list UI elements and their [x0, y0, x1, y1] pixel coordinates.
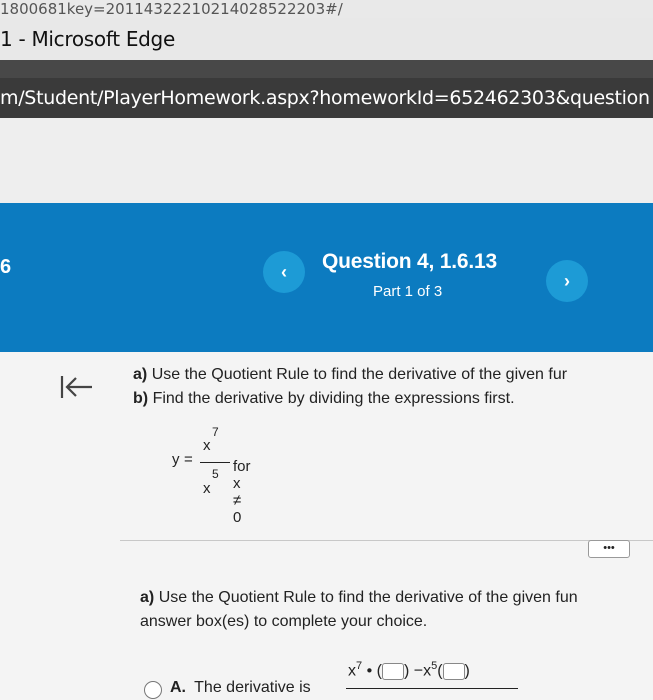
answer-prompt-line1: Use the Quotient Rule to find the deriva… — [158, 589, 578, 606]
answer-prompt: a) Use the Quotient Rule to find the der… — [140, 586, 578, 634]
answer-part-label: a) — [140, 589, 155, 606]
collapse-back-icon[interactable] — [56, 372, 96, 402]
answer-box-2[interactable] — [442, 662, 465, 680]
question-title: Question 4, 1.6.13 — [322, 250, 497, 273]
option-a-text: The derivative is — [194, 679, 311, 696]
question-instructions: a) Use the Quotient Rule to find the der… — [133, 363, 567, 411]
previous-question-button[interactable]: ‹ — [263, 251, 305, 293]
minus-x: −x — [413, 662, 432, 680]
browser-url-fragment: 1800681key=20114322210214028522203#/ — [0, 0, 653, 18]
derivative-numerator: x7 • () −x5() — [348, 660, 470, 680]
option-a[interactable]: A. The derivative is — [170, 679, 311, 697]
equation-denominator-exponent: 5 — [212, 467, 219, 481]
answer-box-1[interactable] — [381, 662, 404, 680]
option-a-label: A. — [170, 679, 186, 696]
section-divider — [120, 540, 653, 541]
window-title: 1 - Microsoft Edge — [0, 18, 653, 60]
part-b-text: Find the derivative by dividing the expr… — [152, 390, 515, 407]
numerator-exponent-1: 7 — [356, 660, 363, 672]
more-options-button[interactable]: ••• — [588, 540, 630, 558]
numerator-exponent-2: 5 — [431, 660, 438, 672]
next-question-button[interactable]: › — [546, 260, 588, 302]
part-a-text: Use the Quotient Rule to find the deriva… — [151, 366, 568, 383]
part-b-label: b) — [133, 390, 149, 407]
derivative-fraction-bar — [346, 688, 518, 689]
part-a-label: a) — [133, 366, 148, 383]
equation-numerator-exponent: 7 — [212, 425, 219, 439]
multiply-dot: • — [366, 662, 373, 680]
equation-numerator: x — [203, 437, 211, 454]
equation-equals: = — [184, 451, 193, 468]
numerator-x: x — [348, 662, 356, 680]
address-bar[interactable]: m/Student/PlayerHomework.aspx?homeworkId… — [0, 78, 653, 118]
equation-lhs: y — [172, 451, 180, 468]
answer-prompt-line2: answer box(es) to complete your choice. — [140, 613, 428, 630]
fraction-bar — [200, 462, 230, 463]
browser-toolbar-band — [0, 60, 653, 78]
option-a-radio[interactable] — [144, 681, 162, 699]
equation-condition: for x ≠ 0 — [233, 458, 251, 526]
equation-denominator: x — [203, 480, 211, 497]
page-top-area — [0, 118, 653, 203]
question-header: 6 ‹ Question 4, 1.6.13 Part 1 of 3 › — [0, 203, 653, 352]
question-counter: 6 — [0, 256, 12, 278]
question-part: Part 1 of 3 — [373, 283, 443, 300]
